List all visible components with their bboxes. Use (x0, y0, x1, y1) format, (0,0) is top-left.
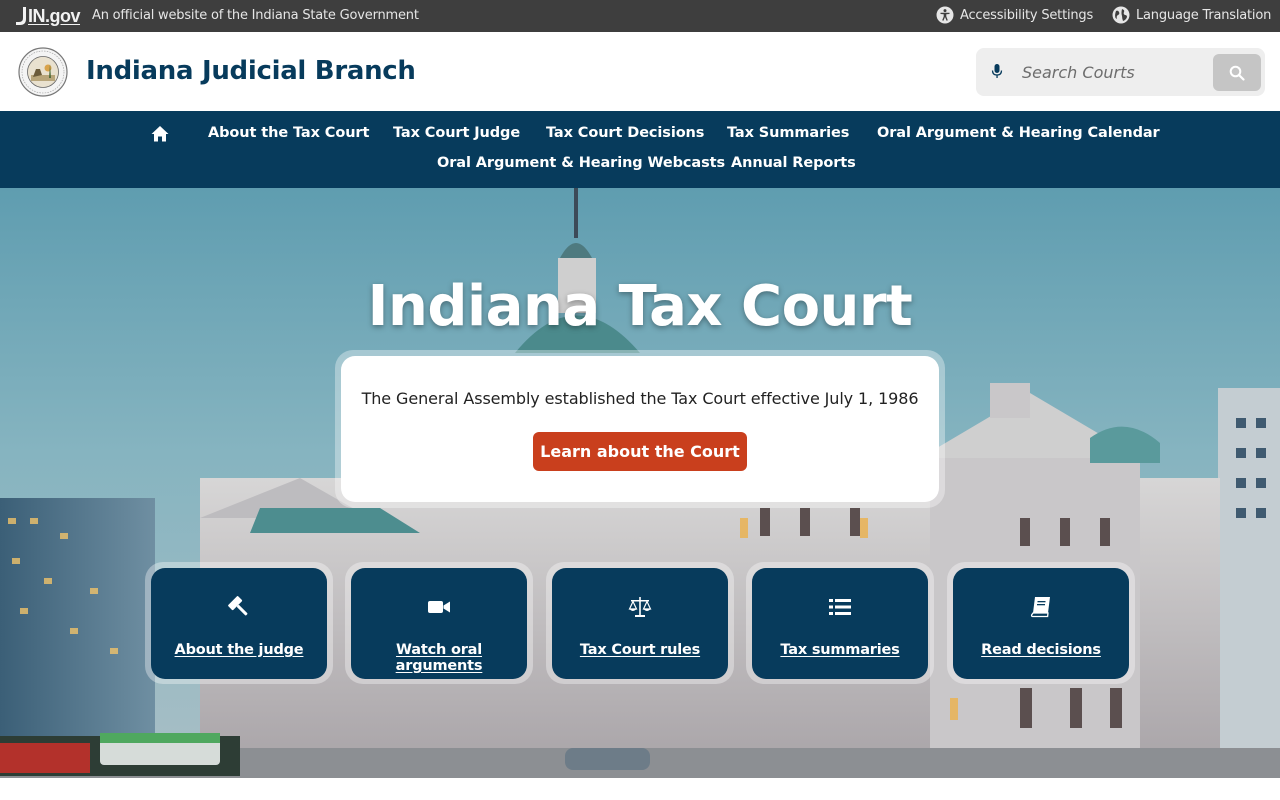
ingov-mark-icon (16, 7, 26, 25)
quick-link-read-decisions[interactable]: Read decisions (953, 568, 1129, 679)
search-button[interactable] (1213, 54, 1261, 91)
nav-about-tax-court[interactable]: About the Tax Court (208, 125, 369, 141)
search-box (976, 48, 1265, 96)
site-title[interactable]: Indiana Judicial Branch (86, 56, 416, 86)
accessibility-settings-link[interactable]: Accessibility Settings (936, 6, 1093, 24)
quick-link-tax-court-rules[interactable]: Tax Court rules (552, 568, 728, 679)
hero-banner: Indiana Tax Court The General Assembly e… (0, 188, 1280, 778)
list-icon (829, 599, 851, 615)
nav-annual-reports[interactable]: Annual Reports (731, 155, 856, 171)
intro-card: The General Assembly established the Tax… (341, 356, 939, 502)
official-website-text: An official website of the Indiana State… (92, 8, 419, 23)
quick-link-watch-oral-arguments[interactable]: Watch oral arguments (351, 568, 527, 679)
nav-tax-summaries[interactable]: Tax Summaries (727, 125, 849, 141)
quick-link-label: Watch oral arguments (395, 642, 483, 674)
ingov-logo-text: IN.gov (28, 5, 81, 26)
language-label: Language Translation (1136, 7, 1272, 23)
accessibility-icon (936, 6, 954, 24)
quick-link-label: Tax summaries (780, 642, 900, 658)
home-icon[interactable] (151, 125, 169, 142)
video-camera-icon (428, 601, 450, 613)
indiana-seal-logo[interactable] (18, 47, 68, 97)
gavel-icon (228, 596, 248, 616)
page-bottom (0, 778, 1280, 800)
search-input[interactable] (1022, 58, 1202, 86)
quick-link-label: Read decisions (981, 642, 1101, 658)
quick-link-about-judge[interactable]: About the judge (151, 568, 327, 679)
accessibility-label: Accessibility Settings (960, 7, 1094, 23)
search-icon (1229, 65, 1245, 81)
book-icon (1030, 597, 1050, 618)
quick-link-label: About the judge (174, 642, 304, 658)
intro-text: The General Assembly established the Tax… (361, 389, 919, 408)
language-translation-link[interactable]: Language Translation (1112, 6, 1271, 24)
globe-icon (1112, 6, 1130, 24)
hero-title: Indiana Tax Court (367, 274, 913, 339)
microphone-icon[interactable] (990, 62, 1004, 82)
main-navigation: About the Tax Court Tax Court Judge Tax … (0, 111, 1280, 188)
learn-about-court-button[interactable]: Learn about the Court (533, 432, 747, 471)
quick-link-tax-summaries[interactable]: Tax summaries (752, 568, 928, 679)
nav-hearing-calendar[interactable]: Oral Argument & Hearing Calendar (877, 125, 1160, 141)
ingov-logo-link[interactable]: IN.gov (16, 5, 81, 26)
state-banner: IN.gov An official website of the Indian… (0, 0, 1280, 32)
quick-link-label: Tax Court rules (579, 642, 701, 658)
site-header: Indiana Judicial Branch (0, 32, 1280, 111)
scales-icon (628, 597, 652, 617)
nav-tax-court-judge[interactable]: Tax Court Judge (393, 125, 520, 141)
nav-tax-court-decisions[interactable]: Tax Court Decisions (546, 125, 704, 141)
nav-hearing-webcasts[interactable]: Oral Argument & Hearing Webcasts (437, 155, 725, 171)
